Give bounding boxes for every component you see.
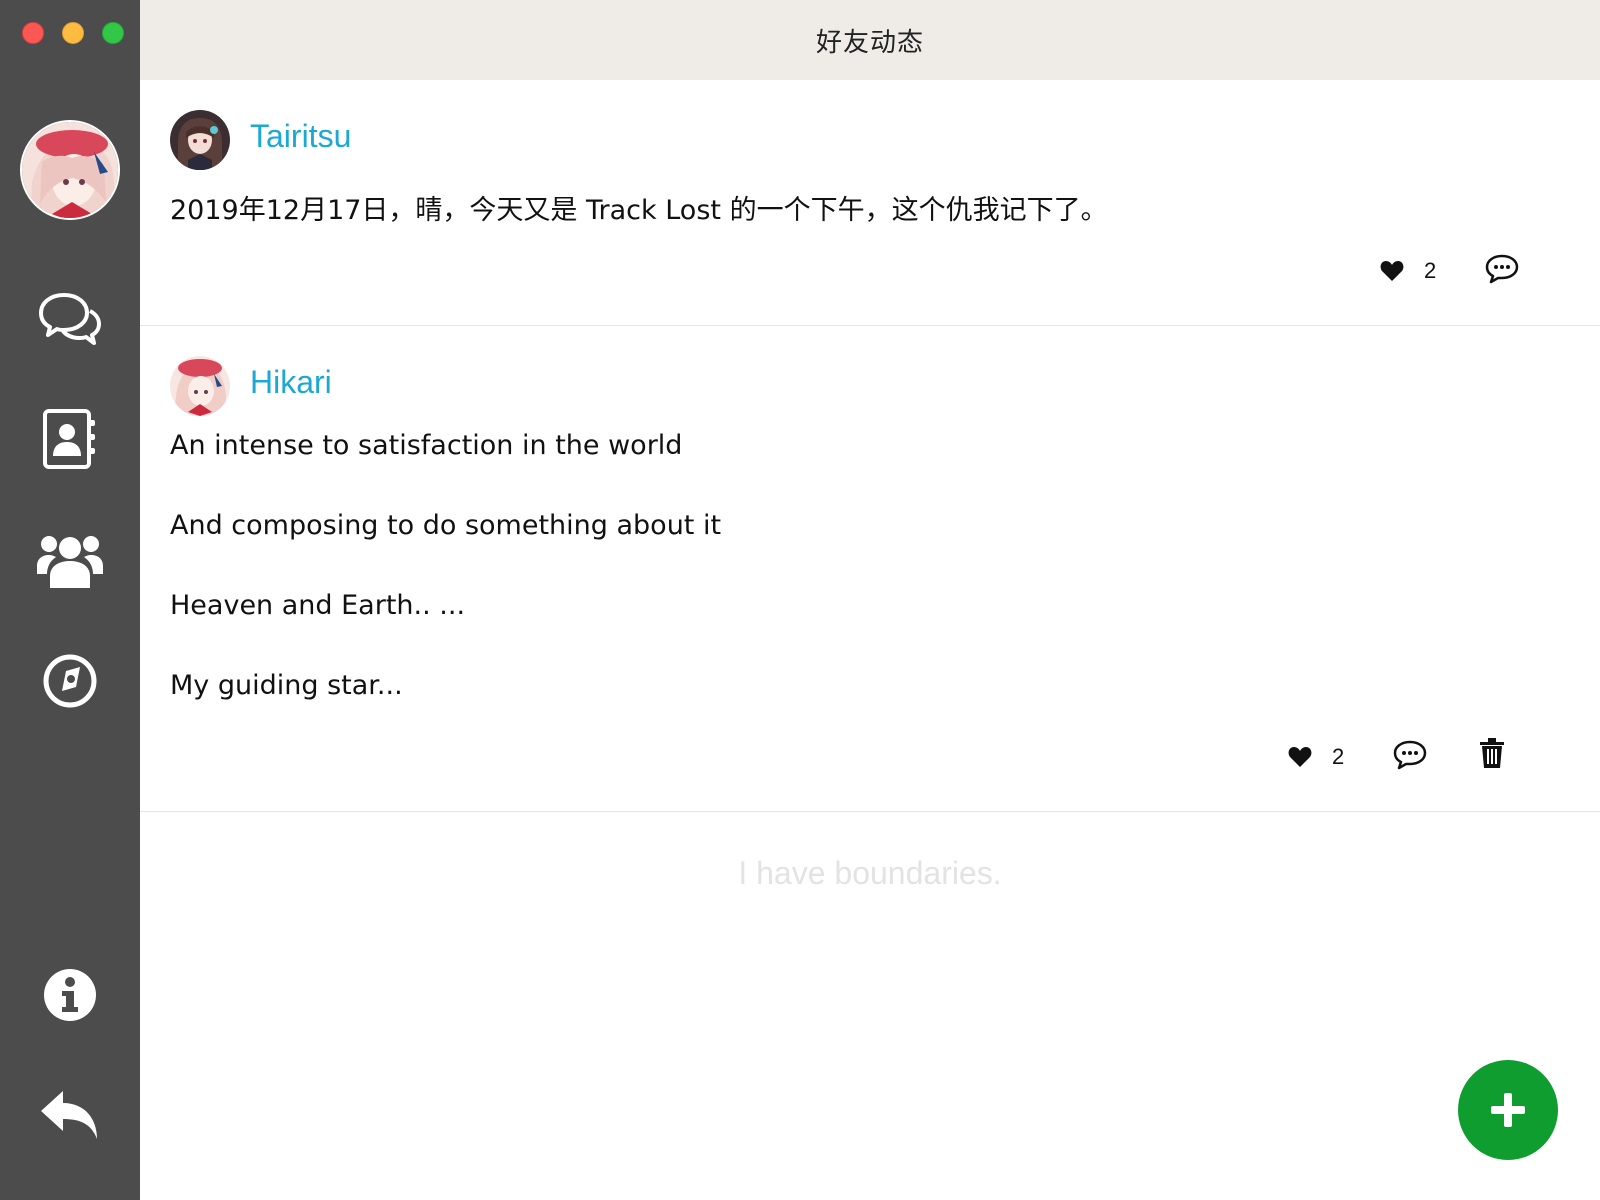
plus-icon bbox=[1491, 1093, 1525, 1127]
info-icon[interactable] bbox=[35, 960, 105, 1030]
like-count: 2 bbox=[1424, 258, 1437, 283]
maximize-window-button[interactable] bbox=[102, 22, 124, 44]
like-button[interactable]: 2 bbox=[1380, 258, 1436, 284]
like-count: 2 bbox=[1332, 744, 1345, 769]
sidebar bbox=[0, 0, 140, 1200]
moments-feed: Tairitsu 2019年12月17日，晴，今天又是 Track Lost 的… bbox=[140, 80, 1600, 1200]
post-text-line: Heaven and Earth.. ... bbox=[170, 590, 466, 621]
group-icon[interactable] bbox=[35, 524, 105, 594]
chat-bubbles-icon[interactable] bbox=[35, 284, 105, 354]
compass-icon[interactable] bbox=[35, 646, 105, 716]
heart-icon bbox=[1380, 261, 1404, 281]
feed-end-message: I have boundaries. bbox=[738, 855, 1002, 891]
reply-back-icon[interactable] bbox=[35, 1080, 105, 1150]
post-text-line: My guiding star... bbox=[170, 670, 403, 701]
post-text: 2019年12月17日，晴，今天又是 Track Lost 的一个下午，这个仇我… bbox=[170, 195, 1108, 226]
author-name-link[interactable]: Tairitsu bbox=[250, 118, 351, 155]
comment-icon bbox=[1485, 254, 1519, 284]
post-card: Hikari An intense to satisfaction in the… bbox=[140, 326, 1600, 812]
address-book-icon[interactable] bbox=[35, 404, 105, 474]
trash-icon bbox=[1480, 738, 1504, 768]
author-avatar[interactable] bbox=[170, 356, 230, 416]
new-post-button[interactable] bbox=[1458, 1060, 1558, 1160]
minimize-window-button[interactable] bbox=[62, 22, 84, 44]
user-avatar[interactable] bbox=[20, 120, 120, 220]
page-title: 好友动态 bbox=[815, 27, 924, 58]
delete-button[interactable] bbox=[1480, 738, 1504, 768]
app-window: 好友动态 Tairitsu 2019年12月17日，晴，今天又是 Track L… bbox=[0, 0, 1600, 1200]
author-avatar[interactable] bbox=[170, 110, 230, 170]
heart-icon bbox=[1288, 747, 1312, 767]
comment-button[interactable] bbox=[1393, 740, 1427, 770]
author-name-link[interactable]: Hikari bbox=[250, 364, 332, 401]
post-card: Tairitsu 2019年12月17日，晴，今天又是 Track Lost 的… bbox=[140, 80, 1600, 326]
like-button[interactable]: 2 bbox=[1288, 744, 1344, 770]
close-window-button[interactable] bbox=[22, 22, 44, 44]
post-text-line: And composing to do something about it bbox=[170, 510, 722, 541]
comment-button[interactable] bbox=[1485, 254, 1519, 284]
comment-icon bbox=[1393, 740, 1427, 770]
post-text-line: An intense to satisfaction in the world bbox=[170, 430, 683, 461]
title-bar: 好友动态 bbox=[140, 0, 1600, 80]
